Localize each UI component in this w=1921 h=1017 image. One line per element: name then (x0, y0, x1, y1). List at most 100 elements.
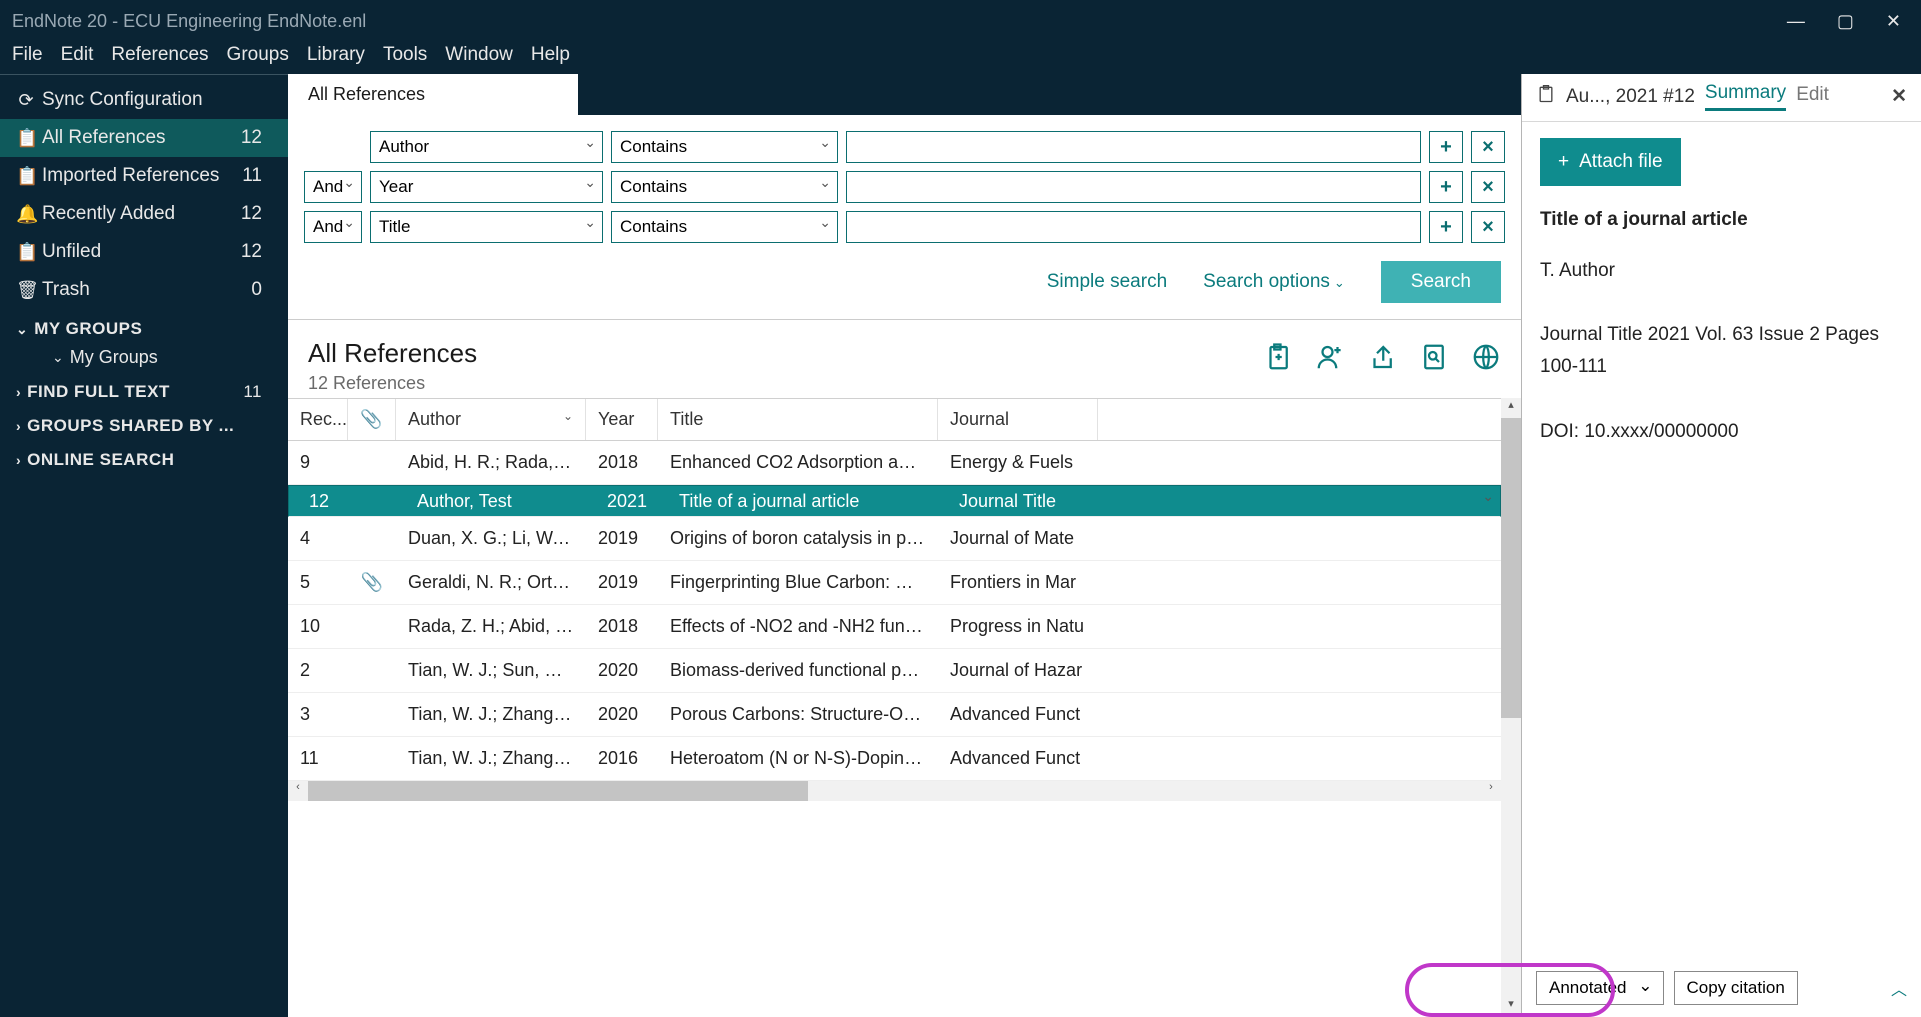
web-icon[interactable] (1471, 342, 1501, 379)
add-user-icon[interactable] (1315, 342, 1345, 379)
attach-file-button[interactable]: + Attach file (1540, 138, 1681, 186)
sidebar: ⟳ Sync Configuration 📋All References12📋I… (0, 74, 288, 1017)
copy-clipboard-icon[interactable] (1263, 342, 1293, 379)
expand-up-icon[interactable]: ︿ (1891, 976, 1907, 1000)
table-row[interactable]: 3Tian, W. J.; Zhang, H....2020Porous Car… (288, 693, 1501, 737)
advanced-search: AuthorContains+×AndYearContains+×AndTitl… (288, 115, 1521, 320)
clipboard-icon: 📋 (16, 128, 36, 149)
sidebar-item-imported-references[interactable]: 📋Imported References11 (0, 157, 288, 195)
bool-select[interactable]: And (304, 211, 362, 243)
field-select[interactable]: Year (370, 171, 603, 203)
menu-file[interactable]: File (12, 44, 43, 66)
table-row[interactable]: 11Tian, W. J.; Zhang, H....2016Heteroato… (288, 737, 1501, 781)
list-heading: All References (308, 338, 477, 369)
table-row[interactable]: 10Rada, Z. H.; Abid, H. ...2018Effects o… (288, 605, 1501, 649)
sync-icon: ⟳ (16, 90, 36, 111)
minimize-icon[interactable]: — (1787, 11, 1805, 32)
menu-references[interactable]: References (111, 44, 208, 66)
paperclip-icon (348, 517, 396, 560)
table-header: Rec... 📎 Author⌄ Year Title Journal (288, 398, 1501, 441)
sidebar-item-all-references[interactable]: 📋All References12 (0, 119, 288, 157)
sidebar-sync[interactable]: ⟳ Sync Configuration (0, 81, 288, 119)
close-detail-icon[interactable]: ✕ (1891, 85, 1907, 108)
paperclip-icon (348, 737, 396, 780)
col-header-year[interactable]: Year (586, 399, 658, 440)
chevron-down-icon: ⌄ (563, 409, 573, 423)
chevron-down-icon: ⌄ (1334, 275, 1345, 290)
list-count: 12 References (308, 373, 477, 394)
search-value-input[interactable] (846, 211, 1421, 243)
plus-icon: + (1558, 146, 1569, 178)
table-row[interactable]: 5📎Geraldi, N. R.; Orteg...2019Fingerprin… (288, 561, 1501, 605)
bool-select[interactable]: And (304, 171, 362, 203)
paperclip-icon (348, 441, 396, 484)
tab-summary[interactable]: Summary (1705, 82, 1786, 111)
menu-tools[interactable]: Tools (383, 44, 427, 66)
operator-select[interactable]: Contains (611, 211, 838, 243)
detail-pane: Au..., 2021 #12 Summary Edit ✕ + Attach … (1521, 74, 1921, 1017)
maximize-icon[interactable]: ▢ (1837, 11, 1854, 32)
sidebar-group-shared[interactable]: › GROUPS SHARED BY ... (0, 406, 288, 440)
table-row[interactable]: 9Abid, H. R.; Rada, Z. ...2018Enhanced C… (288, 441, 1501, 485)
paperclip-icon (348, 693, 396, 736)
detail-ref-name: Au..., 2021 #12 (1566, 86, 1695, 108)
citation-style-select[interactable]: Annotated (1536, 971, 1664, 1005)
col-header-attach[interactable]: 📎 (348, 399, 396, 440)
field-select[interactable]: Author (370, 131, 603, 163)
chevron-right-icon: › (16, 452, 21, 468)
tab-all-references[interactable]: All References (288, 74, 578, 115)
add-row-button[interactable]: + (1429, 211, 1463, 243)
close-icon[interactable]: ✕ (1886, 11, 1901, 32)
sidebar-group-online[interactable]: › ONLINE SEARCH (0, 440, 288, 474)
simple-search-link[interactable]: Simple search (1047, 271, 1167, 293)
operator-select[interactable]: Contains (611, 131, 838, 163)
sidebar-group-findfulltext[interactable]: › FIND FULL TEXT 11 (0, 372, 288, 406)
copy-citation-button[interactable]: Copy citation (1674, 971, 1798, 1005)
table-row[interactable]: 2Tian, W. J.; Sun, H. Q....2020Biomass-d… (288, 649, 1501, 693)
sidebar-sub-mygroups[interactable]: ⌄ My Groups (0, 343, 288, 372)
remove-row-button[interactable]: × (1471, 171, 1505, 203)
clipboard-icon: 📋 (16, 166, 36, 187)
chevron-right-icon: › (16, 418, 21, 434)
clipboard-icon (1536, 83, 1556, 111)
remove-row-button[interactable]: × (1471, 131, 1505, 163)
add-row-button[interactable]: + (1429, 171, 1463, 203)
paperclip-icon: 📎 (348, 561, 396, 604)
remove-row-button[interactable]: × (1471, 211, 1505, 243)
menu-help[interactable]: Help (531, 44, 570, 66)
col-header-journal[interactable]: Journal (938, 399, 1098, 440)
paperclip-icon (348, 605, 396, 648)
share-icon[interactable] (1367, 342, 1397, 379)
menu-window[interactable]: Window (445, 44, 513, 66)
search-value-input[interactable] (846, 171, 1421, 203)
horizontal-scrollbar[interactable]: ‹› (288, 781, 1501, 801)
menu-edit[interactable]: Edit (61, 44, 94, 66)
search-options-link[interactable]: Search options⌄ (1203, 271, 1345, 293)
sidebar-group-mygroups[interactable]: ⌄ MY GROUPS (0, 309, 288, 343)
sidebar-item-trash[interactable]: 🗑Trash0 (0, 271, 288, 309)
search-doc-icon[interactable] (1419, 342, 1449, 379)
tab-edit[interactable]: Edit (1796, 84, 1829, 110)
field-select[interactable]: Title (370, 211, 603, 243)
table-row[interactable]: 4Duan, X. G.; Li, W. L.;...2019Origins o… (288, 517, 1501, 561)
title-bar: EndNote 20 - ECU Engineering EndNote.enl… (0, 0, 1921, 42)
table-row[interactable]: 12Author, Test2021Title of a journal art… (288, 485, 1501, 517)
sidebar-item-unfiled[interactable]: 📋Unfiled12 (0, 233, 288, 271)
bell-icon: 🔔 (16, 204, 36, 225)
detail-author: T. Author (1540, 255, 1903, 287)
search-value-input[interactable] (846, 131, 1421, 163)
search-button[interactable]: Search (1381, 261, 1501, 303)
menu-library[interactable]: Library (307, 44, 365, 66)
detail-citation: Journal Title 2021 Vol. 63 Issue 2 Pages… (1540, 319, 1903, 384)
vertical-scrollbar[interactable]: ▴▾ (1501, 398, 1521, 1017)
operator-select[interactable]: Contains (611, 171, 838, 203)
col-header-author[interactable]: Author⌄ (396, 399, 586, 440)
col-header-title[interactable]: Title (658, 399, 938, 440)
chevron-right-icon: › (16, 384, 21, 400)
col-header-rec[interactable]: Rec... (288, 399, 348, 440)
menu-groups[interactable]: Groups (227, 44, 289, 66)
paperclip-icon (357, 490, 405, 512)
sidebar-item-recently-added[interactable]: 🔔Recently Added12 (0, 195, 288, 233)
paperclip-icon (348, 649, 396, 692)
add-row-button[interactable]: + (1429, 131, 1463, 163)
